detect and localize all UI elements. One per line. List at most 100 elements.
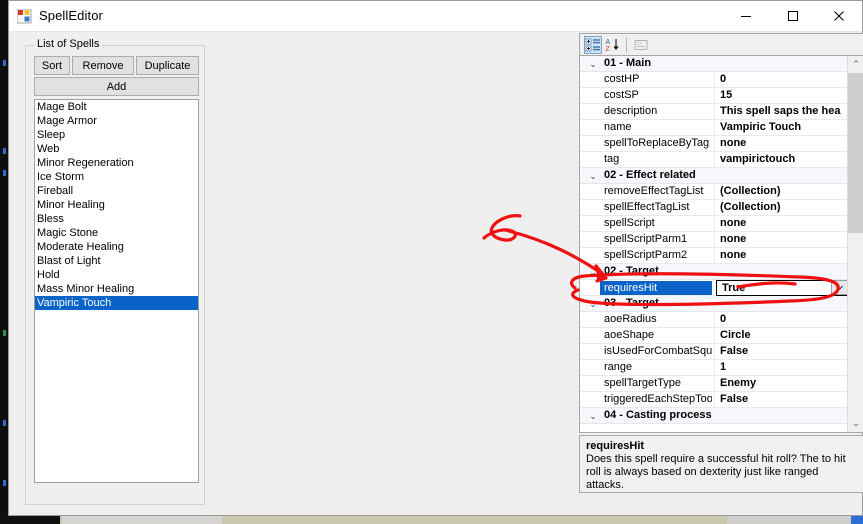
- maximize-button[interactable]: [770, 1, 816, 31]
- column-splitter[interactable]: [714, 88, 715, 104]
- column-splitter[interactable]: [714, 200, 715, 216]
- property-value[interactable]: vampirictouch: [720, 153, 844, 165]
- list-item[interactable]: Hold: [35, 268, 198, 282]
- scrollbar-thumb[interactable]: [848, 73, 863, 233]
- list-item[interactable]: Mage Bolt: [35, 100, 198, 114]
- dropdown-arrow-icon[interactable]: [831, 280, 848, 295]
- list-item[interactable]: Sleep: [35, 128, 198, 142]
- column-splitter[interactable]: [714, 104, 715, 120]
- property-grid-toolbar[interactable]: A Z: [579, 33, 863, 55]
- property-name[interactable]: name: [604, 121, 712, 133]
- property-grid[interactable]: ⌄ 01 - Main costHP 0 costSP 15 description This…: [579, 55, 863, 433]
- property-row[interactable]: costSP 15: [580, 88, 848, 104]
- property-name[interactable]: costHP: [604, 73, 712, 85]
- column-splitter[interactable]: [714, 312, 715, 328]
- property-name[interactable]: removeEffectTagList: [604, 185, 712, 197]
- column-splitter[interactable]: [714, 248, 715, 264]
- property-name[interactable]: aoeShape: [604, 329, 712, 341]
- property-name[interactable]: description: [604, 105, 712, 117]
- property-value[interactable]: none: [720, 249, 844, 261]
- property-category-row[interactable]: ⌄ 04 - Casting process: [580, 408, 848, 424]
- column-splitter[interactable]: [714, 376, 715, 392]
- chevron-down-icon[interactable]: ⌄: [588, 267, 598, 277]
- scroll-down-icon[interactable]: ⌄: [848, 415, 863, 432]
- property-row[interactable]: spellScriptParm1 none: [580, 232, 848, 248]
- property-value[interactable]: Enemy: [720, 377, 844, 389]
- property-row[interactable]: spellEffectTagList (Collection): [580, 200, 848, 216]
- spell-list[interactable]: Mage Bolt Mage Armor Sleep Web Minor Regener…: [34, 99, 199, 483]
- property-value[interactable]: 0: [720, 73, 844, 85]
- property-name[interactable]: triggeredEachStepToo: [604, 393, 712, 405]
- property-row[interactable]: spellScript none: [580, 216, 848, 232]
- column-splitter[interactable]: [714, 184, 715, 200]
- property-value[interactable]: False: [720, 393, 844, 405]
- property-row[interactable]: spellToReplaceByTag none: [580, 136, 848, 152]
- property-name[interactable]: spellScriptParm1: [604, 233, 712, 245]
- property-name[interactable]: isUsedForCombatSqua: [604, 345, 712, 357]
- list-item[interactable]: Blast of Light: [35, 254, 198, 268]
- list-item[interactable]: Minor Regeneration: [35, 156, 198, 170]
- duplicate-button[interactable]: Duplicate: [136, 56, 199, 75]
- property-name[interactable]: spellTargetType: [604, 377, 712, 389]
- list-item[interactable]: Bless: [35, 212, 198, 226]
- property-row[interactable]: aoeRadius 0: [580, 312, 848, 328]
- property-name[interactable]: range: [604, 361, 712, 373]
- close-button[interactable]: [816, 1, 862, 31]
- property-name[interactable]: aoeRadius: [604, 313, 712, 325]
- column-splitter[interactable]: [714, 360, 715, 376]
- column-splitter[interactable]: [714, 232, 715, 248]
- property-category-row[interactable]: ⌄ 01 - Main: [580, 56, 848, 72]
- minimize-button[interactable]: [723, 1, 769, 31]
- column-splitter[interactable]: [714, 72, 715, 88]
- property-row[interactable]: isUsedForCombatSqua False: [580, 344, 848, 360]
- property-row[interactable]: description This spell saps the hea: [580, 104, 848, 120]
- property-row[interactable]: removeEffectTagList (Collection): [580, 184, 848, 200]
- property-row[interactable]: tag vampirictouch: [580, 152, 848, 168]
- list-item[interactable]: Mage Armor: [35, 114, 198, 128]
- property-category-row[interactable]: ⌄ 03 - Target: [580, 296, 848, 312]
- property-row[interactable]: name Vampiric Touch: [580, 120, 848, 136]
- property-category-row[interactable]: ⌄ 02 - Target: [580, 264, 848, 280]
- property-grid-scrollbar[interactable]: ⌃ ⌄: [847, 56, 863, 432]
- column-splitter[interactable]: [714, 328, 715, 344]
- property-category-row[interactable]: ⌄ 02 - Effect related: [580, 168, 848, 184]
- property-row[interactable]: spellTargetType Enemy: [580, 376, 848, 392]
- chevron-down-icon[interactable]: ⌄: [588, 411, 598, 421]
- property-row[interactable]: triggeredEachStepToo False: [580, 392, 848, 408]
- list-item[interactable]: Minor Healing: [35, 198, 198, 212]
- column-splitter[interactable]: [714, 136, 715, 152]
- list-item[interactable]: Web: [35, 142, 198, 156]
- property-pages-icon[interactable]: [632, 36, 650, 54]
- chevron-down-icon[interactable]: ⌄: [588, 171, 598, 181]
- property-value[interactable]: 0: [720, 313, 844, 325]
- remove-button[interactable]: Remove: [72, 56, 134, 75]
- property-value[interactable]: This spell saps the hea: [720, 105, 844, 117]
- property-row-selected[interactable]: requiresHit True: [580, 280, 848, 296]
- property-name[interactable]: spellEffectTagList: [604, 201, 712, 213]
- property-value[interactable]: none: [720, 137, 844, 149]
- value-editor-box[interactable]: [716, 280, 848, 296]
- property-value[interactable]: Circle: [720, 329, 844, 341]
- categorized-view-icon[interactable]: [584, 36, 602, 54]
- property-value[interactable]: (Collection): [720, 185, 844, 197]
- property-value[interactable]: Vampiric Touch: [720, 121, 844, 133]
- property-value[interactable]: 1: [720, 361, 844, 373]
- alphabetical-sort-icon[interactable]: A Z: [604, 36, 622, 54]
- property-value[interactable]: 15: [720, 89, 844, 101]
- property-name[interactable]: spellToReplaceByTag: [604, 137, 712, 149]
- add-button[interactable]: Add: [34, 77, 199, 96]
- property-row[interactable]: spellScriptParm2 none: [580, 248, 848, 264]
- list-item[interactable]: Fireball: [35, 184, 198, 198]
- property-value[interactable]: none: [720, 233, 844, 245]
- property-value[interactable]: none: [720, 217, 844, 229]
- property-name[interactable]: spellScript: [604, 217, 712, 229]
- column-splitter[interactable]: [714, 344, 715, 360]
- property-name[interactable]: costSP: [604, 89, 712, 101]
- chevron-down-icon[interactable]: ⌄: [588, 299, 598, 309]
- column-splitter[interactable]: [714, 152, 715, 168]
- scroll-up-icon[interactable]: ⌃: [848, 56, 863, 73]
- column-splitter[interactable]: [714, 216, 715, 232]
- chevron-down-icon[interactable]: ⌄: [588, 59, 598, 69]
- property-name[interactable]: spellScriptParm2: [604, 249, 712, 261]
- property-name[interactable]: tag: [604, 153, 712, 165]
